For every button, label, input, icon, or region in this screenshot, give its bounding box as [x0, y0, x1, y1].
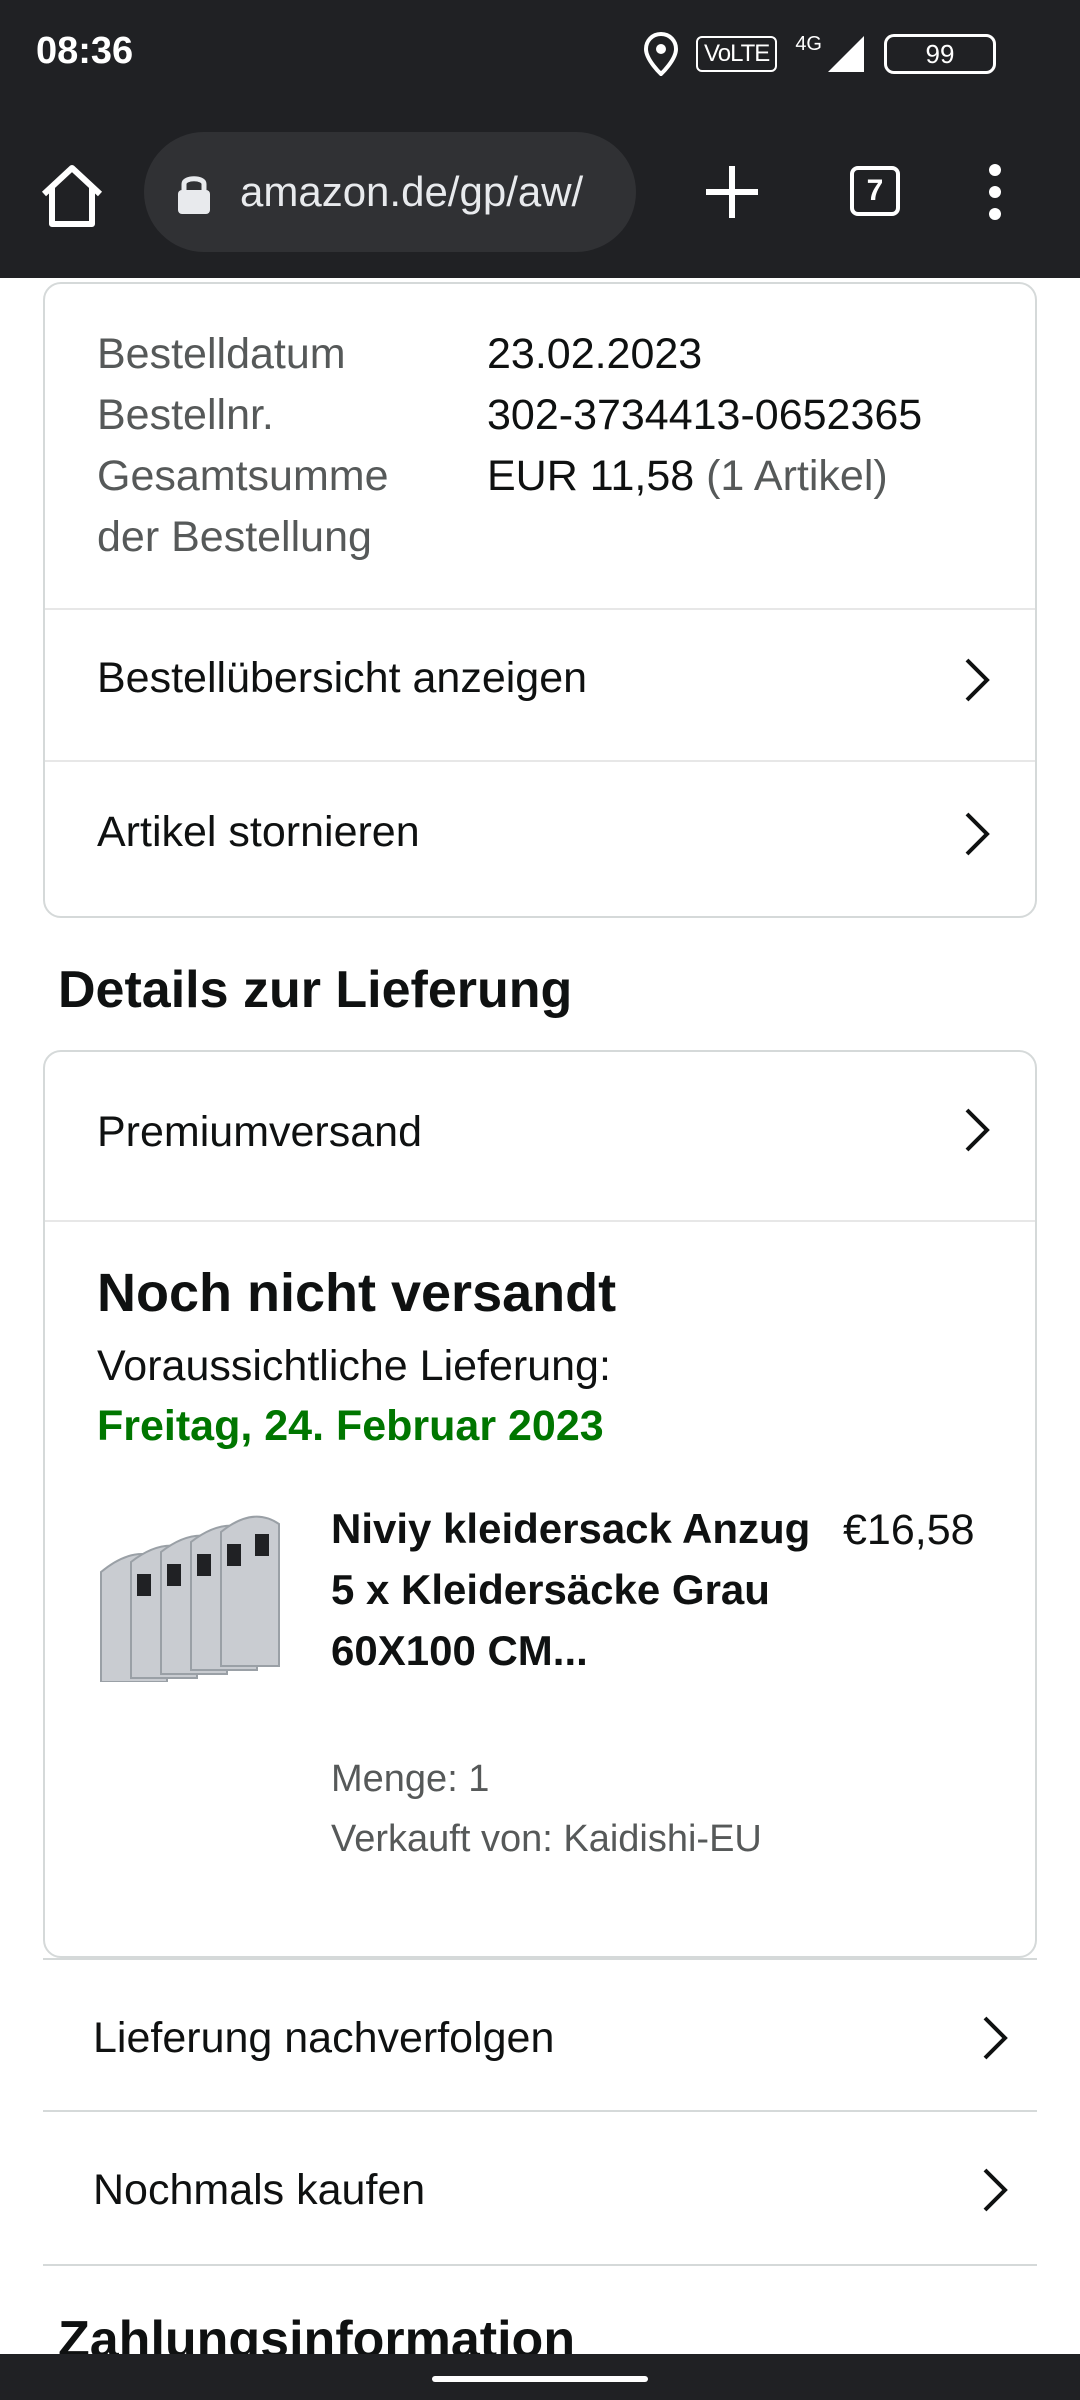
eta-label: Voraussichtliche Lieferung: [97, 1342, 611, 1390]
view-order-summary-row[interactable]: Bestellübersicht anzeigen [45, 608, 1035, 760]
view-order-summary-label: Bestellübersicht anzeigen [97, 654, 588, 702]
lock-icon [178, 176, 210, 214]
home-gesture-handle[interactable] [432, 2376, 648, 2382]
order-summary-card: Bestelldatum 23.02.2023 Bestellnr. 302-3… [43, 282, 1037, 918]
volte-indicator: VoLTE [696, 36, 778, 72]
location-icon [644, 32, 679, 76]
delivery-card: Premiumversand Noch nicht versandt Vorau… [43, 1050, 1037, 1958]
chevron-right-icon [965, 1108, 990, 1152]
tab-switcher-button[interactable]: 7 [850, 166, 900, 216]
network-type: 4G [795, 32, 822, 55]
address-bar[interactable]: amazon.de/gp/aw/ [144, 132, 636, 252]
tab-count: 7 [866, 174, 884, 207]
order-total-value: EUR 11,58 (1 Artikel) [487, 446, 888, 507]
url-text[interactable]: amazon.de/gp/aw/ [240, 168, 620, 216]
product-title[interactable]: Niviy kleidersack Anzug 5 x Kleidersäcke… [331, 1498, 831, 1681]
order-date-label: Bestelldatum [97, 330, 346, 378]
new-tab-icon[interactable] [700, 160, 764, 224]
product-seller: Verkauft von: Kaidishi-EU [331, 1818, 762, 1860]
order-number-label: Bestellnr. [97, 391, 274, 439]
buy-again-label: Nochmals kaufen [93, 2166, 426, 2214]
cancel-items-label: Artikel stornieren [97, 808, 420, 856]
track-delivery-row[interactable]: Lieferung nachverfolgen [43, 1958, 1037, 2112]
order-number-value: 302-3734413-0652365 [487, 391, 923, 439]
battery-level: 99 [925, 38, 955, 69]
chevron-right-icon [965, 812, 990, 856]
status-time: 08:36 [36, 30, 134, 72]
chevron-right-icon [983, 2168, 1008, 2212]
cancel-items-row[interactable]: Artikel stornieren [45, 760, 1035, 916]
shipment-status: Noch nicht versandt [97, 1263, 617, 1323]
chevron-right-icon [983, 2016, 1008, 2060]
more-menu-icon[interactable] [980, 162, 1010, 222]
order-item-count: (1 Artikel) [706, 452, 888, 500]
home-icon[interactable] [36, 160, 108, 232]
product-price: €16,58 [843, 1506, 975, 1554]
order-date-value: 23.02.2023 [487, 330, 703, 378]
shipping-method-label: Premiumversand [97, 1108, 422, 1156]
battery-indicator: 99 [884, 34, 996, 74]
browser-toolbar: amazon.de/gp/aw/ 7 [0, 110, 1080, 278]
product-quantity: Menge: 1 [331, 1758, 490, 1800]
status-icons: VoLTE 4G 99 [644, 28, 996, 80]
eta-date: Freitag, 24. Februar 2023 [97, 1402, 604, 1450]
delivery-section-title: Details zur Lieferung [58, 961, 573, 1019]
shipping-method-row[interactable]: Premiumversand [45, 1052, 1035, 1220]
system-navigation-bar [0, 2354, 1080, 2400]
status-bar: 08:36 VoLTE 4G 99 [0, 0, 1080, 110]
order-total-amount: EUR 11,58 [487, 452, 695, 500]
order-total-label: Gesamtsumme der Bestellung [97, 452, 389, 561]
chevron-right-icon [965, 658, 990, 702]
product-image[interactable] [97, 1502, 283, 1682]
signal-icon [828, 36, 864, 72]
track-delivery-label: Lieferung nachverfolgen [93, 2014, 555, 2062]
buy-again-row[interactable]: Nochmals kaufen [43, 2112, 1037, 2266]
